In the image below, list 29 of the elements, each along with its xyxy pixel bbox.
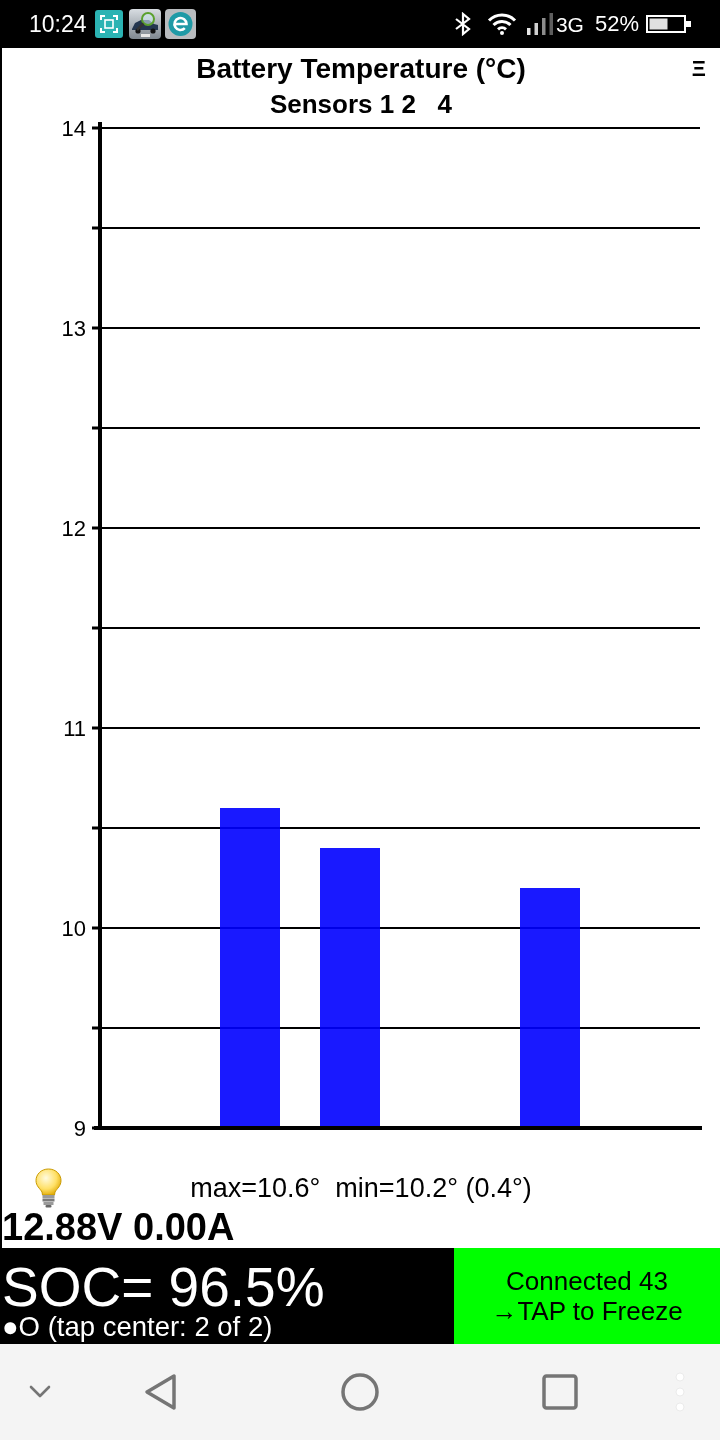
axis-label: 12 [61,516,86,541]
chart-title: Battery Temperature (°C) [196,53,526,85]
axis-label: 11 [63,716,86,741]
back-icon[interactable] [143,1373,177,1411]
temperature-range: max=10.6° min=10.2° (0.4°) [190,1172,532,1204]
home-icon[interactable] [341,1373,379,1411]
bluetooth-icon [453,12,472,36]
axis-label: 13 [61,316,86,341]
freeze-button[interactable]: Connected 43 →TAP to Freeze [454,1248,720,1344]
axis-label: 14 [61,118,86,141]
soc-reading: SOC= 96.5% [2,1262,325,1313]
e-logo-icon [164,9,196,39]
battery-icon [646,15,691,33]
chevron-down-icon[interactable] [29,1385,51,1399]
lightbulb-icon [35,1168,62,1208]
recents-icon[interactable] [542,1374,578,1410]
menu-button[interactable]: Ξ [689,57,708,81]
clock: 10:24 [29,12,87,36]
signal-icon [526,13,553,35]
battery-percent: 52% [594,13,639,35]
frame-icon [94,10,123,38]
axis-label: 9 [73,1116,86,1140]
network-type: 3G [555,13,584,35]
voltage-current: 12.88V 0.00A [2,1208,235,1246]
axis-label: 10 [61,916,86,941]
car-search-icon [128,9,161,39]
soc-detail: ●O (tap center: 2 of 2) [2,1313,273,1340]
chart-subtitle: Sensors 1 2 4 [269,90,453,118]
wifi-icon [486,13,517,35]
